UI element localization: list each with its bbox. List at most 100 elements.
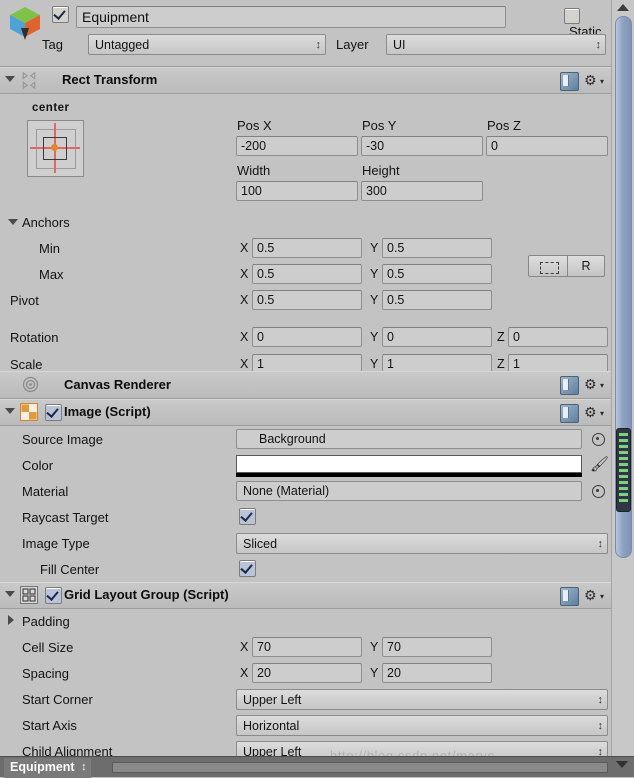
help-icon[interactable] [560,72,579,91]
fill-center-checkbox[interactable] [239,560,256,577]
anchor-preset-widget[interactable] [27,120,84,177]
anchor-max-x-input[interactable]: 0.5 [252,264,362,284]
help-icon[interactable] [560,587,579,606]
grid-layout-group-body: Padding Cell Size X 70 Y 70 Spacing X 20… [0,609,612,777]
cell-size-x-axis-label: X [240,640,249,654]
layer-dropdown[interactable]: UI [386,34,606,55]
cell-size-y-input[interactable]: 70 [382,637,492,657]
gameobject-active-checkbox[interactable] [52,6,69,23]
anchor-min-y-input[interactable]: 0.5 [382,238,492,258]
start-corner-dropdown[interactable]: Upper Left [236,689,608,710]
image-script-icon [20,403,38,421]
spacing-y-input[interactable]: 20 [382,663,492,683]
unity-inspector-panel: Equipment Static Tag Untagged Layer UI R… [0,0,634,778]
scale-y-axis-label: Y [370,357,379,371]
source-image-picker-icon[interactable] [592,433,605,446]
color-swatch-field[interactable] [236,455,582,473]
anchor-max-label: Max [39,267,64,282]
rotation-z-axis-label: Z [497,330,505,344]
pivot-y-input[interactable]: 0.5 [382,290,492,310]
fill-center-label: Fill Center [40,562,100,577]
rect-transform-header-icons: ⚙ [560,72,606,91]
rotation-x-axis-label: X [240,330,249,344]
grid-layout-enabled-checkbox[interactable] [45,587,62,604]
height-input[interactable]: 300 [361,181,483,201]
rotation-y-axis-label: Y [370,330,379,344]
grid-layout-foldout-icon[interactable] [5,591,15,597]
grid-layout-group-title: Grid Layout Group (Script) [64,587,229,602]
cell-size-label: Cell Size [22,640,74,655]
rect-transform-header[interactable]: Rect Transform ⚙ [0,67,612,94]
color-label: Color [22,458,54,473]
raycast-target-checkbox[interactable] [239,508,256,525]
inspector-scrollbar[interactable] [611,0,634,777]
static-control[interactable]: Static [564,8,606,51]
tag-dropdown[interactable]: Untagged [88,34,326,55]
rotation-y-input[interactable]: 0 [382,327,492,347]
blueprint-mode-button[interactable] [528,255,568,277]
rotation-z-input[interactable]: 0 [508,327,608,347]
pos-x-input[interactable]: -200 [236,136,358,156]
scale-x-axis-label: X [240,357,249,371]
spacing-x-axis-label: X [240,666,249,680]
image-script-header[interactable]: Image (Script) ⚙ [0,399,612,426]
anchors-foldout-icon[interactable] [8,219,18,225]
scroll-up-arrow-icon[interactable] [617,4,629,11]
image-type-dropdown[interactable]: Sliced [236,533,608,554]
width-input[interactable]: 100 [236,181,358,201]
bottom-chevron-down-icon[interactable] [616,761,628,768]
material-object-field[interactable]: None (Material) [236,481,582,501]
grid-layout-group-icon [20,586,38,604]
padding-foldout-icon[interactable] [8,615,14,625]
profiler-gauge-icon [616,428,631,512]
material-label: Material [22,484,69,499]
anchor-max-x-axis-label: X [240,267,249,281]
rect-transform-title: Rect Transform [62,72,158,87]
static-checkbox[interactable] [564,8,580,24]
width-header: Width [237,163,271,178]
inspector-scroll-content: Equipment Static Tag Untagged Layer UI R… [0,0,612,777]
pivot-x-axis-label: X [240,293,249,307]
raw-edit-mode-button[interactable]: R [567,255,605,277]
gear-icon[interactable]: ⚙ [584,405,604,422]
padding-label: Padding [22,614,70,629]
rotation-label: Rotation [10,330,59,345]
gameobject-name-input[interactable]: Equipment [76,6,506,28]
cell-size-x-input[interactable]: 70 [252,637,362,657]
pivot-x-input[interactable]: 0.5 [252,290,362,310]
material-picker-icon[interactable] [592,485,605,498]
blueprint-icon [540,262,559,274]
source-image-object-field[interactable]: Background [236,429,582,449]
eyedropper-icon[interactable]: 🖌 [590,455,609,473]
pivot-label: Pivot [10,293,39,308]
help-icon[interactable] [560,404,579,423]
rect-transform-foldout-icon[interactable] [5,76,15,82]
gear-icon[interactable]: ⚙ [584,377,604,394]
gear-icon[interactable]: ⚙ [584,73,604,90]
pos-z-input[interactable]: 0 [486,136,608,156]
cell-size-y-axis-label: Y [370,640,379,654]
gear-icon[interactable]: ⚙ [584,588,604,605]
color-alpha-bar [236,473,582,477]
image-script-header-icons: ⚙ [560,404,606,423]
image-script-body: Source Image Background Color 🖌 Material… [0,426,612,582]
grid-layout-group-header[interactable]: Grid Layout Group (Script) ⚙ [0,582,612,609]
anchors-label: Anchors [22,215,70,230]
tag-label: Tag [42,37,63,52]
anchor-min-x-input[interactable]: 0.5 [252,238,362,258]
anchor-max-y-input[interactable]: 0.5 [382,264,492,284]
rect-transform-icon [22,71,36,90]
pos-y-input[interactable]: -30 [361,136,483,156]
spacing-x-input[interactable]: 20 [252,663,362,683]
start-axis-dropdown[interactable]: Horizontal [236,715,608,736]
bottom-horizontal-scrollbar[interactable] [112,762,608,773]
image-script-foldout-icon[interactable] [5,408,15,414]
help-icon[interactable] [560,376,579,395]
bottom-tab-equipment[interactable]: Equipment [4,758,91,778]
canvas-renderer-header-icons: ⚙ [560,376,606,395]
layer-label: Layer [336,37,369,52]
canvas-renderer-header[interactable]: Canvas Renderer ⚙ [0,371,612,399]
image-script-enabled-checkbox[interactable] [45,404,62,421]
gameobject-header: Equipment Static Tag Untagged Layer UI [0,0,612,67]
rotation-x-input[interactable]: 0 [252,327,362,347]
